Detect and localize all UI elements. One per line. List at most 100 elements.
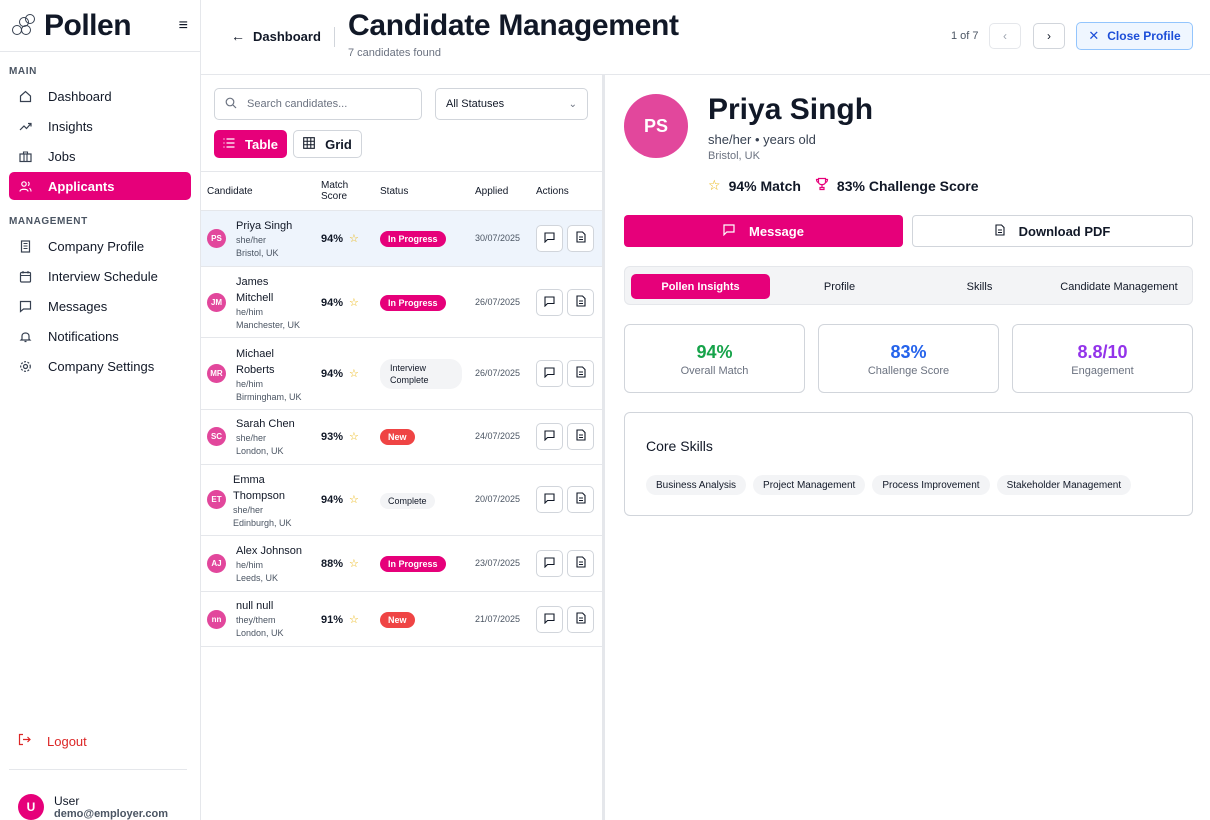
search-icon bbox=[225, 97, 237, 112]
match-score-value: 94% bbox=[321, 297, 344, 309]
status-badge: In Progress bbox=[380, 295, 446, 311]
star-icon: ☆ bbox=[349, 558, 359, 570]
tab-profile[interactable]: Profile bbox=[775, 274, 904, 299]
table-row[interactable]: ET Emma Thompson she/her Edinburgh, UK 9… bbox=[201, 465, 602, 536]
document-button[interactable] bbox=[567, 225, 594, 252]
candidate-pronouns: he/him bbox=[236, 307, 264, 317]
stat-label: Overall Match bbox=[680, 365, 749, 377]
document-button[interactable] bbox=[567, 486, 594, 513]
nav-insights[interactable]: Insights bbox=[9, 112, 191, 140]
user-profile[interactable]: U User demo@employer.com bbox=[18, 794, 168, 820]
match-score-value: 93% bbox=[321, 431, 344, 443]
tab-skills[interactable]: Skills bbox=[915, 274, 1044, 299]
previous-button[interactable]: ‹ bbox=[989, 23, 1021, 49]
table-row[interactable]: nn null null they/them London, UK 91% ☆ N… bbox=[201, 592, 602, 647]
message-icon bbox=[544, 612, 555, 627]
nav-messages[interactable]: Messages bbox=[9, 292, 191, 320]
page-header: ← Dashboard Candidate Management 7 candi… bbox=[201, 0, 1210, 75]
message-button[interactable] bbox=[536, 289, 563, 316]
search-input[interactable]: Search candidates... bbox=[214, 88, 422, 120]
challenge-summary: 83% Challenge Score bbox=[836, 177, 979, 194]
col-applied: Applied bbox=[475, 186, 509, 197]
nav-label: Dashboard bbox=[48, 88, 112, 104]
document-button[interactable] bbox=[567, 606, 594, 633]
trophy-icon bbox=[815, 177, 829, 194]
document-button[interactable] bbox=[567, 423, 594, 450]
nav-label: Notifications bbox=[48, 328, 119, 344]
document-icon bbox=[575, 612, 586, 627]
gear-icon bbox=[18, 359, 32, 373]
match-score-value: 94% bbox=[321, 494, 344, 506]
message-button[interactable] bbox=[536, 360, 563, 387]
message-button[interactable]: Message bbox=[624, 215, 903, 247]
message-button[interactable] bbox=[536, 486, 563, 513]
document-button[interactable] bbox=[567, 289, 594, 316]
tab-pollen-insights[interactable]: Pollen Insights bbox=[631, 274, 770, 299]
table-row[interactable]: MR Michael Roberts he/him Birmingham, UK… bbox=[201, 338, 602, 410]
nav-company-settings[interactable]: Company Settings bbox=[9, 352, 191, 380]
avatar: MR bbox=[207, 364, 226, 383]
message-button[interactable] bbox=[536, 423, 563, 450]
col-match-score: Match Score bbox=[321, 180, 349, 202]
star-icon: ☆ bbox=[349, 614, 359, 626]
applied-date: 20/07/2025 bbox=[475, 494, 521, 504]
candidate-location: London, UK bbox=[236, 628, 284, 638]
status-badge: Interview Complete bbox=[380, 359, 462, 389]
skill-chip: Process Improvement bbox=[872, 475, 990, 495]
download-pdf-button[interactable]: Download PDF bbox=[912, 215, 1193, 247]
user-email: demo@employer.com bbox=[54, 808, 169, 820]
nav-label: Company Profile bbox=[48, 238, 145, 254]
candidate-scores: ☆ 94% Match 83% Challenge Score bbox=[708, 177, 979, 194]
document-button[interactable] bbox=[567, 550, 594, 577]
message-button[interactable] bbox=[536, 606, 563, 633]
nav-notifications[interactable]: Notifications bbox=[9, 322, 191, 350]
match-score: 94% ☆ bbox=[321, 232, 359, 245]
calendar-icon bbox=[18, 269, 32, 283]
menu-toggle-icon[interactable]: ≡ bbox=[179, 17, 188, 35]
message-button[interactable] bbox=[536, 225, 563, 252]
tab-candidate-management[interactable]: Candidate Management bbox=[1050, 274, 1188, 299]
trend-icon bbox=[18, 119, 32, 133]
document-button[interactable] bbox=[567, 360, 594, 387]
table-row[interactable]: SC Sarah Chen she/her London, UK 93% ☆ Ne… bbox=[201, 410, 602, 465]
back-label: Dashboard bbox=[253, 28, 321, 44]
close-label: Close Profile bbox=[1107, 29, 1181, 43]
nav-company-profile[interactable]: Company Profile bbox=[9, 232, 191, 260]
logout-button[interactable]: Logout bbox=[9, 728, 96, 754]
grid-view-button[interactable]: Grid bbox=[293, 130, 362, 158]
nav-applicants[interactable]: Applicants bbox=[9, 172, 191, 200]
nav-label: Messages bbox=[48, 298, 108, 314]
status-badge: In Progress bbox=[380, 556, 446, 572]
grid-icon bbox=[303, 136, 315, 152]
candidate-name: Michael Roberts bbox=[236, 348, 275, 376]
table-view-button[interactable]: Table bbox=[214, 130, 287, 158]
match-score: 93% ☆ bbox=[321, 430, 359, 443]
message-icon bbox=[544, 492, 555, 507]
nav-dashboard[interactable]: Dashboard bbox=[9, 82, 191, 110]
skill-chips: Business Analysis Project Management Pro… bbox=[646, 475, 1138, 495]
nav-jobs[interactable]: Jobs bbox=[9, 142, 191, 170]
candidate-detail-panel: PS Priya Singh she/her • years old Brist… bbox=[605, 75, 1210, 820]
status-filter-select[interactable]: All Statuses ⌄ bbox=[435, 88, 588, 120]
chevron-left-icon: ‹ bbox=[1003, 29, 1007, 43]
logo-row: Pollen ≡ bbox=[0, 0, 200, 52]
pollen-logo-icon bbox=[12, 13, 36, 38]
next-button[interactable]: › bbox=[1033, 23, 1065, 49]
nav-interview-schedule[interactable]: Interview Schedule bbox=[9, 262, 191, 290]
message-icon bbox=[544, 366, 555, 381]
sidebar: Pollen ≡ MAIN Dashboard Insights Jobs Ap… bbox=[0, 0, 201, 820]
candidate-location: Birmingham, UK bbox=[236, 392, 302, 402]
back-to-dashboard-link[interactable]: ← Dashboard bbox=[231, 28, 321, 44]
match-summary: 94% Match bbox=[728, 177, 801, 194]
table-row[interactable]: AJ Alex Johnson he/him Leeds, UK 88% ☆ In… bbox=[201, 536, 602, 592]
table-row[interactable]: JM James Mitchell he/him Manchester, UK … bbox=[201, 267, 602, 338]
stat-value: 8.8/10 bbox=[1077, 342, 1128, 362]
match-score: 91% ☆ bbox=[321, 613, 359, 626]
table-row[interactable]: PS Priya Singh she/her Bristol, UK 94% ☆ … bbox=[201, 211, 602, 267]
star-icon: ☆ bbox=[708, 177, 721, 193]
candidate-count: 7 candidates found bbox=[348, 47, 441, 59]
close-profile-button[interactable]: ✕ Close Profile bbox=[1076, 22, 1193, 50]
header-divider bbox=[334, 27, 335, 47]
message-button[interactable] bbox=[536, 550, 563, 577]
message-label: Message bbox=[749, 223, 804, 239]
